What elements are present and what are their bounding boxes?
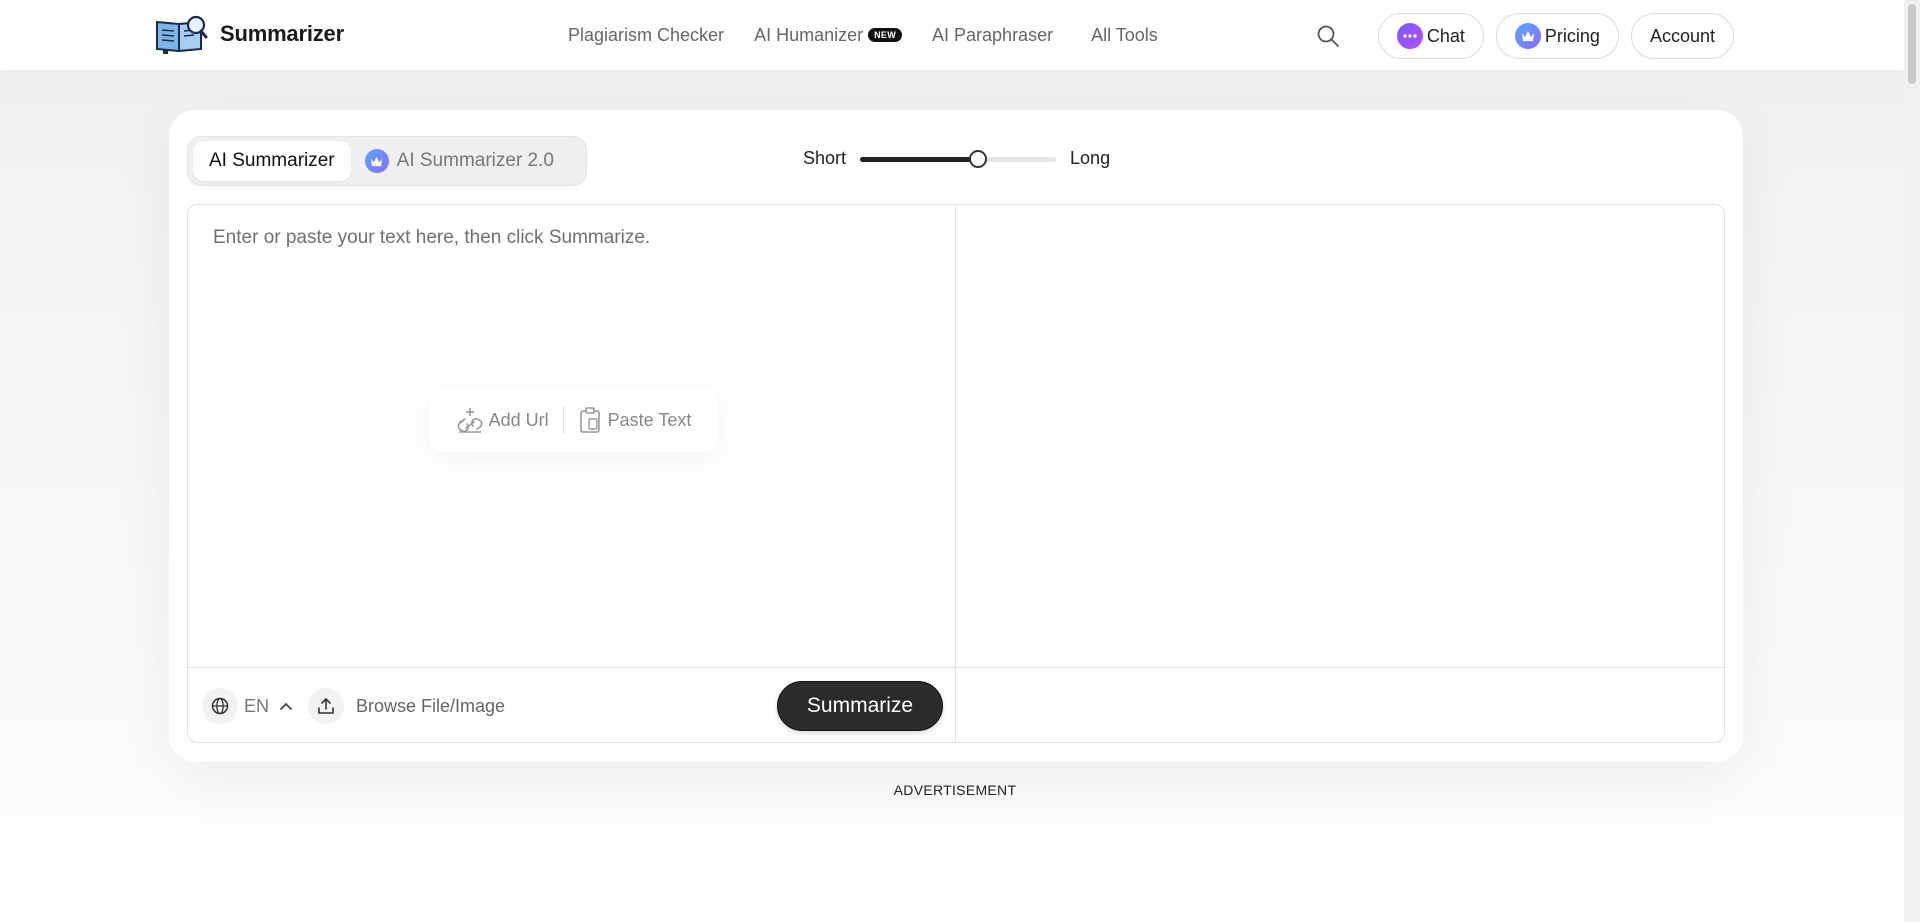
nav-all-tools[interactable]: All Tools — [1091, 25, 1158, 46]
browse-file-label: Browse File/Image — [356, 695, 506, 716]
slider-fill — [860, 156, 978, 162]
upload-icon — [318, 697, 334, 714]
short-label: Short — [803, 148, 847, 168]
pricing-button[interactable]: Pricing — [1495, 13, 1619, 59]
crown-icon — [364, 149, 389, 173]
chat-label: Chat — [1426, 25, 1465, 46]
tab-ai-summarizer-2[interactable]: AI Summarizer 2.0 — [351, 141, 570, 181]
globe-button — [202, 688, 238, 724]
account-button[interactable]: Account — [1630, 13, 1734, 59]
length-slider[interactable] — [860, 149, 1057, 169]
output-toolbar — [956, 667, 1724, 742]
add-url-button[interactable]: Add Url — [443, 406, 563, 434]
nav-plagiarism-checker[interactable]: Plagiarism Checker — [568, 25, 724, 46]
input-quick-actions: Add Url Paste Text — [429, 388, 719, 452]
editor-panels: Add Url Paste Text — [187, 204, 1725, 743]
upload-button — [308, 688, 344, 724]
book-magnifier-icon — [156, 15, 208, 54]
output-pane — [956, 205, 1724, 742]
add-url-label: Add Url — [488, 409, 549, 430]
input-toolbar: EN Browse File/Image Summarize — [188, 667, 955, 742]
summary-length-control: Short Long — [803, 148, 1110, 169]
input-pane: Add Url Paste Text — [188, 205, 956, 742]
brand-name: Summarizer — [220, 21, 344, 46]
chat-button[interactable]: Chat — [1377, 13, 1484, 59]
nav-ai-humanizer-label: AI Humanizer — [754, 24, 864, 45]
paste-text-label: Paste Text — [607, 409, 692, 430]
tab-ai-summarizer-2-label: AI Summarizer 2.0 — [396, 150, 554, 171]
header-actions: Chat Pricing Account — [1308, 13, 1734, 59]
chevron-up-icon — [280, 702, 292, 710]
globe-icon — [211, 697, 229, 715]
browse-file-button[interactable]: Browse File/Image — [308, 688, 505, 724]
link-add-icon — [457, 408, 483, 433]
main-nav: Plagiarism Checker AI Humanizer NEW AI P… — [568, 0, 1188, 70]
advertisement-label: ADVERTISEMENT — [893, 782, 1017, 798]
crown-icon — [1514, 23, 1541, 49]
language-code: EN — [244, 695, 270, 716]
brand-logo[interactable]: Summarizer — [154, 14, 344, 54]
search-button[interactable] — [1308, 14, 1348, 58]
language-selector[interactable]: EN — [202, 688, 293, 724]
paste-text-button[interactable]: Paste Text — [564, 406, 706, 434]
tab-ai-summarizer[interactable]: AI Summarizer — [193, 141, 351, 181]
nav-ai-paraphraser[interactable]: AI Paraphraser — [932, 25, 1053, 46]
summarize-button[interactable]: Summarize — [777, 681, 943, 731]
top-header: Summarizer Plagiarism Checker AI Humaniz… — [0, 0, 1904, 70]
slider-thumb[interactable] — [968, 149, 987, 168]
summarizer-card: AI Summarizer AI Summarizer 2.0 Short Lo… — [169, 110, 1743, 762]
pricing-label: Pricing — [1544, 25, 1600, 46]
long-label: Long — [1070, 148, 1111, 168]
clipboard-icon — [579, 407, 600, 433]
scrollbar-thumb[interactable] — [1908, 4, 1916, 84]
mode-tabs: AI Summarizer AI Summarizer 2.0 — [187, 136, 587, 186]
nav-ai-humanizer[interactable]: AI Humanizer NEW — [754, 24, 903, 46]
search-icon — [1317, 25, 1339, 47]
chat-bubble-icon — [1396, 23, 1423, 49]
new-badge: NEW — [868, 28, 903, 42]
